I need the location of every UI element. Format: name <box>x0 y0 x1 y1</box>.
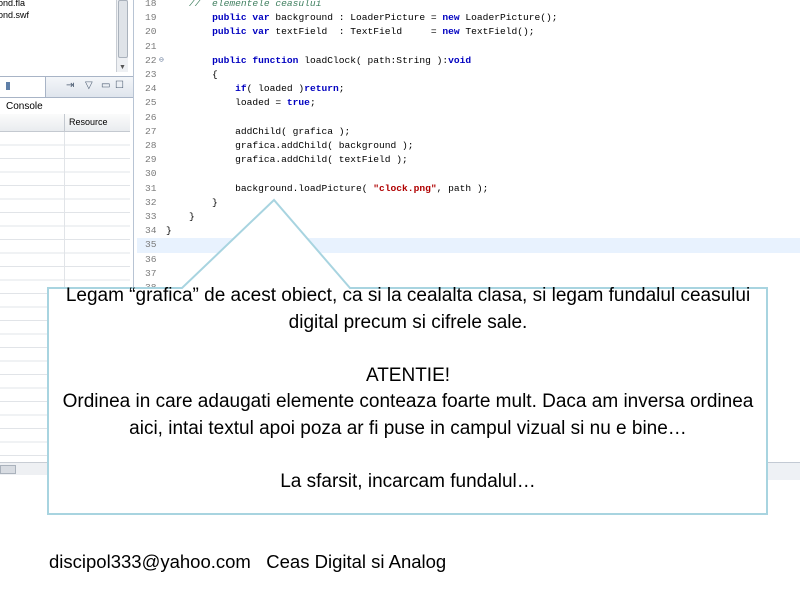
line-number: 36 <box>145 253 157 265</box>
code-text: if( loaded )return; <box>235 83 345 95</box>
line-number: 26 <box>145 111 157 123</box>
file-tree-item[interactable]: ond.fla <box>0 0 116 9</box>
code-text: } <box>166 211 195 222</box>
code-line[interactable]: 29 grafica.addChild( textField ); <box>137 153 800 167</box>
line-number: 37 <box>145 267 157 279</box>
view-menu-icon[interactable]: ▽ <box>85 80 93 91</box>
code-text: public var background : LoaderPicture = … <box>212 12 558 24</box>
line-number: 30 <box>145 168 157 180</box>
pin-icon[interactable]: ⇥ <box>66 80 74 91</box>
code-line[interactable]: 26 <box>137 111 800 125</box>
code-text: } <box>166 196 218 208</box>
code-line[interactable]: 27 addChild( grafica ); <box>137 125 800 139</box>
code-text: public var textField : TextField = new T… <box>212 26 535 38</box>
line-number: 20 <box>145 26 157 38</box>
line-number: 27 <box>145 125 157 137</box>
code-line[interactable]: 31 background.loadPicture( "clock.png", … <box>137 182 800 196</box>
code-line[interactable]: 34} <box>137 224 800 238</box>
line-number: 29 <box>145 154 157 166</box>
line-number: 25 <box>145 97 157 109</box>
code-line[interactable]: 36 <box>137 253 800 267</box>
code-line[interactable]: 22 ⊖ public function loadClock( path:Stri… <box>137 54 800 68</box>
file-tree-item[interactable]: ond.swf <box>0 9 116 21</box>
code-text: grafica.addChild( textField ); <box>166 154 408 166</box>
line-number: 23 <box>145 69 157 80</box>
code-line[interactable]: 28 grafica.addChild( background ); <box>137 139 800 153</box>
tab-console[interactable]: Console <box>0 77 46 112</box>
code-line[interactable]: 33 } <box>137 210 800 224</box>
slide-footer: discipol333@yahoo.com Ceas Digital si An… <box>49 551 446 573</box>
code-line[interactable]: 18 // elementele ceasului <box>137 0 800 11</box>
code-text: public function loadClock( path:String )… <box>212 54 472 66</box>
footer-title: Ceas Digital si Analog <box>266 551 447 572</box>
callout-paragraph: Ordinea in care adaugati elemente contea… <box>62 391 754 439</box>
scrollbar-thumb[interactable] <box>0 465 16 474</box>
code-line[interactable]: 19 public var background : LoaderPicture… <box>137 11 800 25</box>
maximize-icon[interactable]: ☐ <box>115 80 124 91</box>
line-number: 28 <box>145 140 157 151</box>
callout-box: Legam “grafica” de acest obiect, ca si l… <box>49 283 767 523</box>
code-text: { <box>166 69 218 80</box>
footer-email: discipol333@yahoo.com <box>49 551 251 572</box>
line-number: 32 <box>145 196 157 208</box>
scroll-down-arrow-icon[interactable]: ▼ <box>119 64 126 71</box>
line-number: 35 <box>145 239 157 251</box>
callout-warning-title: ATENTIE! <box>365 364 451 386</box>
file-tree: ond.fla ond.swf <box>0 0 116 72</box>
line-number: 34 <box>145 225 157 237</box>
code-text: // elementele ceasului <box>189 0 322 9</box>
console-toolbar: Console ⇥ ▽ ▭ ☐ <box>0 76 133 112</box>
code-line[interactable]: 24 if( loaded )return; <box>137 82 800 96</box>
code-line[interactable]: 21 <box>137 40 800 54</box>
table-header: Resource <box>0 114 130 132</box>
line-number: 18 <box>145 0 157 9</box>
line-number: 24 <box>145 83 157 95</box>
callout-paragraph: Legam “grafica” de acest obiect, ca si l… <box>65 285 751 333</box>
console-icon <box>6 82 10 91</box>
code-line[interactable]: 37 <box>137 267 800 281</box>
code-line[interactable]: 23 { <box>137 68 800 82</box>
fold-toggle-icon[interactable]: ⊖ <box>159 54 164 68</box>
column-header-resource[interactable]: Resource <box>64 114 130 131</box>
code-text: background.loadPicture( "clock.png", pat… <box>166 182 489 194</box>
file-tree-scrollbar[interactable]: ▼ <box>116 0 128 72</box>
code-text: grafica.addChild( background ); <box>166 140 414 151</box>
minimize-icon[interactable]: ▭ <box>101 80 110 91</box>
line-number: 31 <box>145 182 157 194</box>
code-text: loaded = true; <box>166 97 316 109</box>
code-line[interactable]: 20 public var textField : TextField = ne… <box>137 25 800 39</box>
scrollbar-thumb[interactable] <box>118 0 128 58</box>
line-number: 19 <box>145 12 157 24</box>
code-line[interactable]: 25 loaded = true; <box>137 96 800 110</box>
callout-paragraph: La sfarsit, incarcam fundalul… <box>280 470 536 492</box>
code-text: } <box>166 225 172 237</box>
tab-console-label: Console <box>6 101 43 112</box>
code-line[interactable]: 32 } <box>137 196 800 210</box>
code-line[interactable]: 35 <box>137 238 800 253</box>
line-number: 21 <box>145 40 157 52</box>
line-number: 33 <box>145 211 157 222</box>
code-line[interactable]: 30 <box>137 167 800 181</box>
code-text: addChild( grafica ); <box>166 125 351 137</box>
